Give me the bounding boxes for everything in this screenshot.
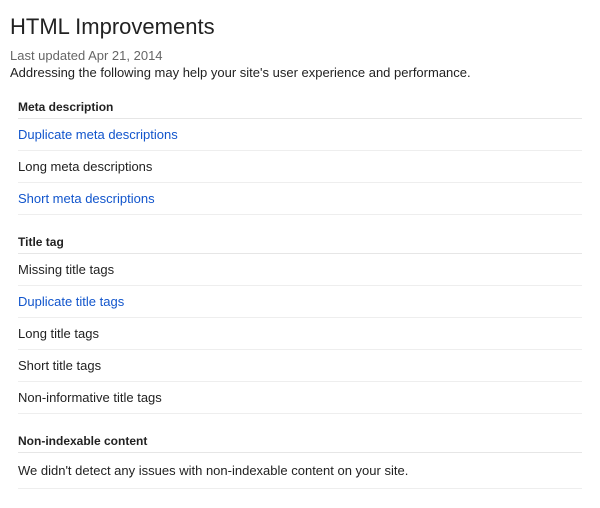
- section-header-nonindex: Non-indexable content: [18, 428, 582, 453]
- row-short-title-tags: Short title tags: [18, 350, 582, 382]
- row-long-meta-descriptions: Long meta descriptions: [18, 151, 582, 183]
- section-header-meta: Meta description: [18, 94, 582, 119]
- nonindex-note: We didn't detect any issues with non-ind…: [18, 453, 582, 489]
- row-long-title-tags: Long title tags: [18, 318, 582, 350]
- last-updated-line: Last updated Apr 21, 2014: [10, 48, 590, 63]
- section-non-indexable: Non-indexable content We didn't detect a…: [10, 428, 590, 489]
- section-title-tag: Title tag Missing title tags Duplicate t…: [10, 229, 590, 414]
- last-updated-date: Apr 21, 2014: [88, 48, 162, 63]
- row-non-informative-title-tags: Non-informative title tags: [18, 382, 582, 414]
- row-duplicate-title-tags[interactable]: Duplicate title tags: [18, 286, 582, 318]
- section-meta-description: Meta description Duplicate meta descript…: [10, 94, 590, 215]
- row-duplicate-meta-descriptions[interactable]: Duplicate meta descriptions: [18, 119, 582, 151]
- row-missing-title-tags: Missing title tags: [18, 254, 582, 286]
- intro-text: Addressing the following may help your s…: [10, 65, 590, 80]
- row-short-meta-descriptions[interactable]: Short meta descriptions: [18, 183, 582, 215]
- page-title: HTML Improvements: [10, 14, 590, 40]
- section-header-title: Title tag: [18, 229, 582, 254]
- last-updated-label: Last updated: [10, 48, 85, 63]
